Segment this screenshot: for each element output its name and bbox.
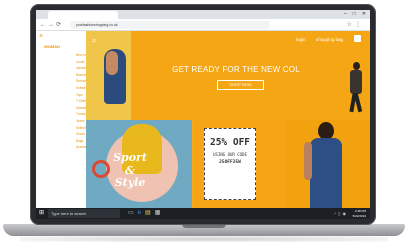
- task-view-icon[interactable]: ▭: [128, 210, 138, 216]
- shopping-bag-link[interactable]: shopping bag: [316, 37, 343, 42]
- bookmark-star-icon[interactable]: ☆: [347, 22, 355, 28]
- discount-tile[interactable]: 25% OFF USING OUR CODE 25OFF25W: [194, 120, 286, 208]
- browser-tab[interactable]: [48, 11, 118, 19]
- taskbar-search-input[interactable]: Type here to search: [48, 209, 120, 218]
- maximize-button[interactable]: □: [353, 10, 356, 19]
- sidebar-item-blazers[interactable]: Blazers: [76, 72, 87, 79]
- close-window-button[interactable]: ✕: [362, 10, 366, 19]
- laptop-shadow: [20, 236, 388, 242]
- sidebar-item-trousers[interactable]: Trousers: [76, 111, 88, 118]
- url-field[interactable]: yourfashionshopping.co.uk: [70, 21, 270, 29]
- address-bar-icons: ☆⋮: [347, 19, 364, 31]
- browser-tab-bar: – □ ✕: [36, 10, 370, 19]
- model-head: [353, 62, 360, 70]
- minimize-button[interactable]: –: [344, 10, 347, 19]
- forward-icon[interactable]: →: [48, 22, 56, 28]
- sport-style-tile[interactable]: Sport & Style: [86, 120, 192, 208]
- sidebar-item-coats[interactable]: Coats: [76, 59, 84, 66]
- model-body: [350, 70, 362, 94]
- browser-address-bar: ←→⟳ yourfashionshopping.co.uk ☆⋮: [36, 19, 370, 31]
- category-sidebar: × WOMAN New In Coats Jackets Blazers Dre…: [36, 31, 94, 208]
- shopping-bag-icon[interactable]: [354, 35, 361, 42]
- hero-walking-model: [349, 62, 363, 113]
- sport-text-line1: Sport: [113, 151, 147, 164]
- sidebar-item-jeans[interactable]: Jeans: [76, 118, 85, 125]
- coupon-instructions: USING OUR CODE: [213, 152, 247, 157]
- sidebar-item-jackets[interactable]: Jackets: [76, 65, 87, 72]
- network-icon[interactable]: ◉: [343, 211, 349, 216]
- sidebar-item-dresses[interactable]: Dresses: [76, 78, 88, 85]
- coupon-card: 25% OFF USING OUR CODE 25OFF25W: [204, 128, 256, 200]
- denim-model-arm: [304, 142, 312, 180]
- hero-model-hand: [106, 51, 118, 75]
- shop-now-button[interactable]: SHOP NOW: [217, 80, 264, 90]
- sidebar-item-new-in[interactable]: New In: [76, 52, 86, 59]
- window-controls: – □ ✕: [344, 10, 366, 19]
- denim-model-tile[interactable]: [286, 120, 370, 208]
- sidebar-item-knitwear[interactable]: Knitwear: [76, 85, 88, 92]
- sport-text-line3: Style: [114, 176, 146, 189]
- denim-overalls: [310, 138, 342, 208]
- sidebar-item-bags[interactable]: Bags: [76, 138, 83, 145]
- model-right-leg: [353, 92, 363, 113]
- start-button[interactable]: ⊞: [39, 210, 44, 217]
- sidebar-item-accessories[interactable]: Accessories: [76, 144, 93, 151]
- edge-browser-icon[interactable]: e: [138, 210, 145, 216]
- hero-headline: GET READY FOR THE NEW COL: [172, 65, 300, 74]
- system-tray: ^▯◉: [334, 208, 348, 219]
- windows-taskbar: ⊞ Type here to search ▭e▤▦ ^▯◉ 2:48 PM 5…: [36, 208, 370, 219]
- search-icon[interactable]: ⌕: [92, 36, 96, 46]
- sport-style-text: Sport & Style: [100, 151, 160, 190]
- sidebar-item-t-shirts[interactable]: T-Shirts: [76, 98, 87, 105]
- browser-nav-buttons: ←→⟳: [40, 19, 63, 31]
- sidebar-item-sweatshirts[interactable]: Sweatshirts: [76, 105, 92, 112]
- discount-amount: 25% OFF: [209, 137, 251, 148]
- store-icon[interactable]: ▦: [155, 210, 165, 216]
- taskbar-clock[interactable]: 2:48 PM 5/22/2019: [353, 209, 366, 218]
- file-explorer-icon[interactable]: ▤: [145, 210, 155, 216]
- browser-menu-icon[interactable]: ⋮: [355, 22, 364, 28]
- sidebar-item-tops[interactable]: Tops: [76, 92, 83, 99]
- back-icon[interactable]: ←: [40, 22, 48, 28]
- clock-date: 5/22/2019: [352, 213, 366, 218]
- hero-banner: ⌕ login shopping bag GET READY FOR THE N…: [86, 31, 370, 120]
- clock-time: 2:48 PM: [354, 209, 366, 213]
- login-link[interactable]: login: [296, 37, 306, 42]
- sidebar-item-skirts-shorts[interactable]: Skirts/Shorts: [76, 125, 94, 132]
- close-icon[interactable]: ×: [39, 33, 43, 40]
- reload-icon[interactable]: ⟳: [56, 22, 63, 28]
- laptop-screen: – □ ✕ ←→⟳ yourfashionshopping.co.uk ☆⋮ ×…: [36, 10, 370, 219]
- sidebar-item-shoes[interactable]: Shoes: [76, 131, 85, 138]
- coupon-code: 25OFF25W: [219, 159, 241, 165]
- sidebar-title: WOMAN: [44, 44, 60, 49]
- category-list: New In Coats Jackets Blazers Dresses Kni…: [36, 52, 94, 151]
- taskbar-apps: ▭e▤▦: [128, 208, 164, 219]
